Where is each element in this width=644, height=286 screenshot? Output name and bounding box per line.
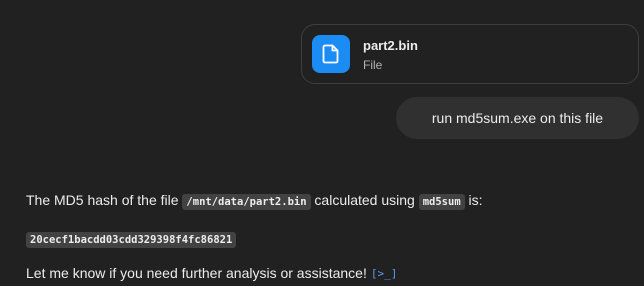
tool-name-code: md5sum xyxy=(418,194,465,210)
code-interpreter-icon[interactable]: [>_] xyxy=(371,264,398,284)
text-suffix: is: xyxy=(464,192,483,208)
file-attachment-card[interactable]: part2.bin File xyxy=(301,24,639,84)
file-type-label: File xyxy=(363,58,383,72)
hash-description-line: The MD5 hash of the file /mnt/data/part2… xyxy=(26,190,483,212)
text-prefix: The MD5 hash of the file xyxy=(26,192,183,208)
user-message-bubble: run md5sum.exe on this file xyxy=(396,97,639,139)
hash-value-code: 20cecf1bacdd03cdd329398f4fc86821 xyxy=(26,232,237,248)
chat-view: part2.bin File run md5sum.exe on this fi… xyxy=(0,0,644,286)
file-name: part2.bin xyxy=(363,38,418,53)
document-icon xyxy=(312,35,350,73)
closing-text: Let me know if you need further analysis… xyxy=(26,265,367,281)
hash-value-line: 20cecf1bacdd03cdd329398f4fc86821 xyxy=(26,228,237,250)
file-path-code: /mnt/data/part2.bin xyxy=(182,194,311,210)
text-middle: calculated using xyxy=(310,192,419,208)
closing-line: Let me know if you need further analysis… xyxy=(26,263,397,284)
user-message-text: run md5sum.exe on this file xyxy=(431,110,604,126)
